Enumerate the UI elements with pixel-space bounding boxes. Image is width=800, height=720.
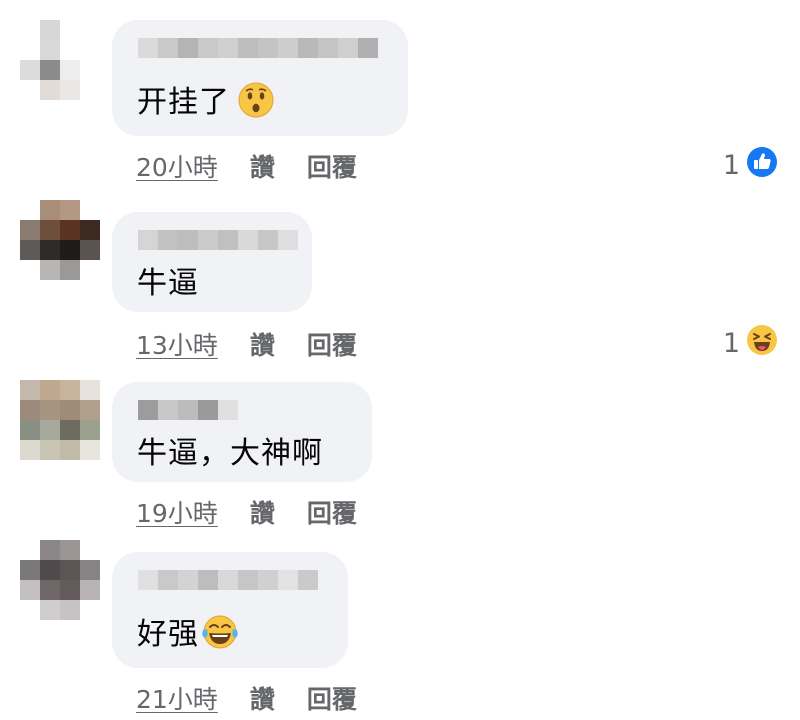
tears-of-joy-icon [201, 614, 239, 659]
avatar[interactable] [20, 200, 100, 280]
comment-actions: 21小時 讚 回覆 [136, 680, 357, 716]
author-name-blurred[interactable] [138, 570, 318, 590]
like-button[interactable]: 讚 [250, 326, 275, 362]
like-button[interactable]: 讚 [250, 680, 275, 716]
avatar[interactable] [20, 540, 100, 620]
comment-text: 好强 [137, 614, 239, 659]
comment-bubble: 开挂了 [112, 20, 408, 136]
reply-button[interactable]: 回覆 [307, 148, 357, 184]
like-icon [746, 146, 778, 185]
reaction-summary[interactable]: 1 [723, 324, 778, 363]
comment-text: 牛逼 [137, 266, 199, 301]
timestamp-link[interactable]: 13小時 [136, 326, 218, 362]
author-name-blurred[interactable] [138, 38, 378, 58]
timestamp-link[interactable]: 19小時 [136, 494, 218, 530]
like-button[interactable]: 讚 [250, 148, 275, 184]
comment-text: 开挂了 [137, 82, 274, 127]
avatar[interactable] [20, 20, 100, 100]
comment-text: 牛逼，大神啊 [137, 436, 323, 471]
comment-actions: 19小時 讚 回覆 [136, 494, 357, 530]
hushed-face-icon [238, 82, 274, 127]
timestamp-link[interactable]: 20小時 [136, 148, 218, 184]
avatar[interactable] [20, 380, 100, 460]
comment-bubble: 牛逼，大神啊 [112, 382, 372, 482]
timestamp-link[interactable]: 21小時 [136, 680, 218, 716]
comment-actions: 13小時 讚 回覆 [136, 326, 357, 362]
like-button[interactable]: 讚 [250, 494, 275, 530]
comment-actions: 20小時 讚 回覆 [136, 148, 357, 184]
reaction-summary[interactable]: 1 [723, 146, 778, 185]
author-name-blurred[interactable] [138, 230, 298, 250]
reaction-count: 1 [722, 150, 740, 181]
reply-button[interactable]: 回覆 [307, 494, 357, 530]
reaction-count: 1 [722, 328, 740, 359]
haha-icon [746, 324, 778, 363]
comment-bubble: 好强 [112, 552, 348, 668]
reply-button[interactable]: 回覆 [307, 680, 357, 716]
reply-button[interactable]: 回覆 [307, 326, 357, 362]
author-name-blurred[interactable] [138, 400, 238, 420]
comment-bubble: 牛逼 [112, 212, 312, 312]
